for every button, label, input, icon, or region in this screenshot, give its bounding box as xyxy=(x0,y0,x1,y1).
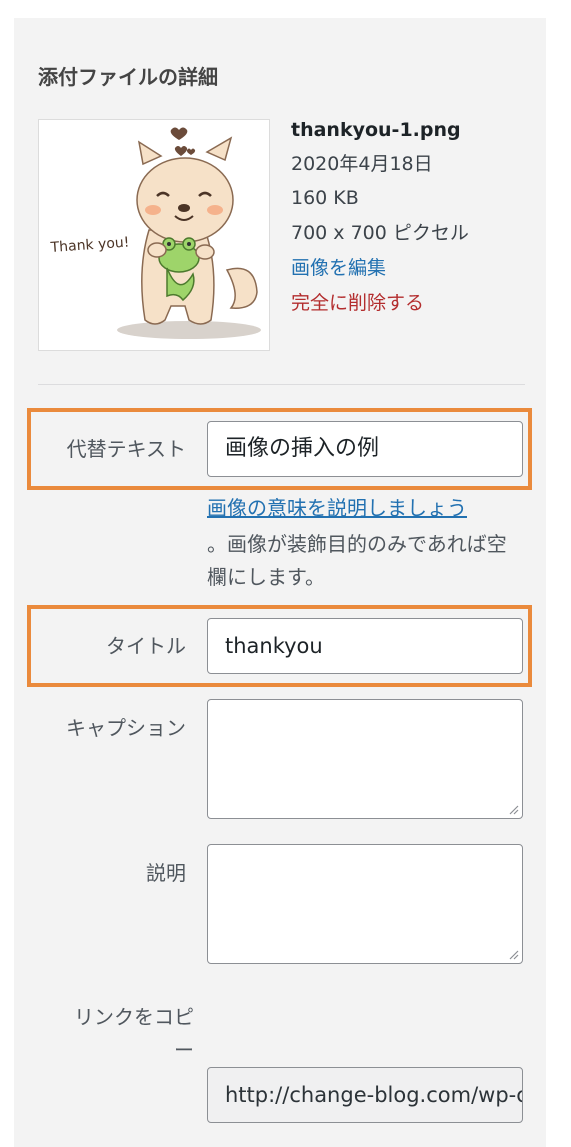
thankyou-illustration: Thank you! xyxy=(49,127,261,339)
copy-link-url-field[interactable]: http://change-blog.com/wp-content/upload… xyxy=(207,1067,523,1123)
caption-label: キャプション xyxy=(66,716,186,740)
attachment-thumbnail[interactable]: Thank you! xyxy=(38,119,270,351)
alt-text-help-link[interactable]: 画像の意味を説明しましょう xyxy=(207,492,467,524)
image-dimensions: 700 x 700 ピクセル xyxy=(291,222,469,244)
divider xyxy=(38,384,525,385)
description-label: 説明 xyxy=(146,861,186,885)
title-input[interactable]: thankyou xyxy=(207,618,523,674)
caption-textarea[interactable] xyxy=(207,699,523,819)
alt-text-help-text: 。画像が装飾目的のみであれば空欄にします。 xyxy=(207,532,507,589)
thumbnail-text: Thank you! xyxy=(49,235,130,257)
description-textarea[interactable] xyxy=(207,844,523,964)
upload-date: 2020年4月18日 xyxy=(291,153,433,175)
attachment-details-heading: 添付ファイルの詳細 xyxy=(38,65,218,89)
file-size: 160 KB xyxy=(291,187,359,209)
copy-link-label-line1: リンクをコピ xyxy=(74,1005,194,1029)
copy-link-label-line2: ー xyxy=(174,1038,194,1062)
resize-handle-icon[interactable] xyxy=(507,948,519,960)
file-name: thankyou-1.png xyxy=(291,119,461,141)
alt-text-input[interactable]: 画像の挿入の例 xyxy=(207,421,523,477)
edit-image-link[interactable]: 画像を編集 xyxy=(291,251,386,285)
resize-handle-icon[interactable] xyxy=(507,803,519,815)
title-label: タイトル xyxy=(106,634,186,658)
alt-text-label: 代替テキスト xyxy=(66,437,186,461)
delete-permanently-link[interactable]: 完全に削除する xyxy=(291,286,424,320)
